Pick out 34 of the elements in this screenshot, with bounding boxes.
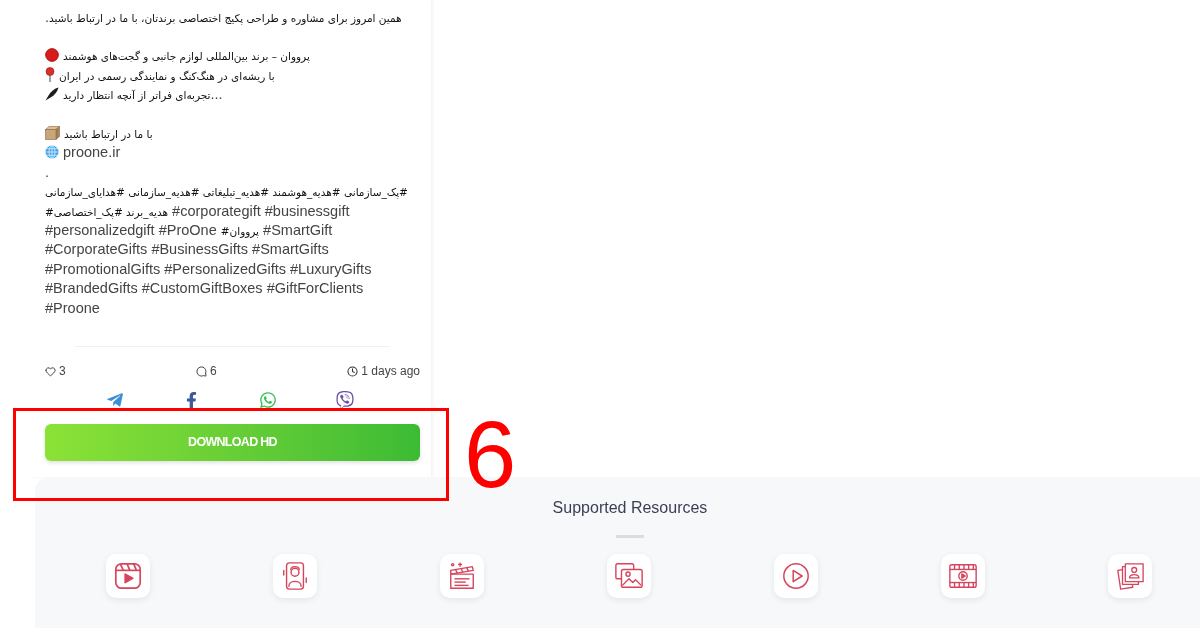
- round-dot-icon: [45, 48, 59, 63]
- package-icon: [45, 126, 60, 141]
- person-portrait-icon[interactable]: [273, 554, 317, 599]
- heart-icon[interactable]: [45, 365, 56, 377]
- whatsapp-icon[interactable]: [259, 391, 277, 410]
- caption-text: پرووان – برند بین‌المللی لوازم جانبی و گجت‌های هوشمند: [63, 49, 310, 65]
- comment-count: 6: [210, 363, 217, 381]
- viber-icon[interactable]: [336, 391, 354, 410]
- clock-icon: [347, 365, 359, 377]
- hashtag-text: #BrandedGifts #CustomGiftBoxes #GiftForClients: [45, 279, 364, 299]
- caption-text: proone.ir: [63, 143, 121, 163]
- annotation-number: 6: [464, 408, 517, 502]
- caption-text: با ما در ارتباط باشید: [64, 127, 153, 143]
- comment-icon[interactable]: [196, 365, 207, 377]
- pushpin-icon: [45, 67, 55, 83]
- profile-photos-icon[interactable]: [1108, 554, 1152, 599]
- pen-nib-icon: [45, 87, 59, 102]
- hashtag-text: #CorporateGifts #BusinessGifts #SmartGifts: [45, 240, 329, 260]
- caption-text: همین امروز برای مشاوره و طراحی پکیج اختصاصی برندتان، با ما در ارتباط باشید.: [45, 7, 402, 27]
- post-time: 1 days ago: [361, 363, 420, 381]
- hashtag-text: #Proone: [45, 298, 100, 318]
- hashtag-text: #پک_سازمانی #هدیه_هوشمند #هدیه_تبلیغاتی #هدیه_سازمانی #هدایای_سازمانی: [45, 185, 408, 201]
- clapperboard-icon[interactable]: [440, 554, 484, 599]
- caption-text: .: [45, 162, 50, 182]
- reel-play-icon[interactable]: [106, 554, 150, 599]
- film-strip-icon[interactable]: [941, 554, 985, 599]
- hashtag-text: #PromotionalGifts #PersonalizedGifts #LuxuryGifts: [45, 259, 372, 279]
- caption-text: ...تجربه‌ای فراتر از آنچه انتظار دارید: [63, 85, 223, 105]
- caption-text: با ریشه‌ای در هنگ‌کنگ و نمایندگی رسمی در ایران: [59, 68, 275, 85]
- globe-icon: [45, 145, 59, 160]
- download-button[interactable]: DOWNLOAD HD: [45, 424, 420, 462]
- like-count: 3: [59, 363, 66, 381]
- section-title: Supported Resources: [552, 498, 708, 519]
- photo-gallery-icon[interactable]: [607, 554, 651, 599]
